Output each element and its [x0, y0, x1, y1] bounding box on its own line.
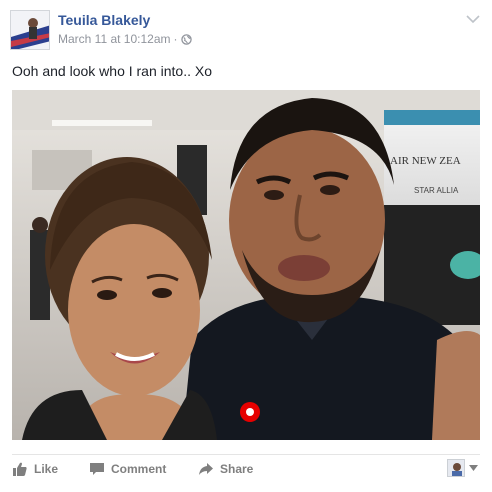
meta-separator: ·	[173, 32, 178, 46]
globe-icon[interactable]	[180, 33, 192, 45]
selfie-image: AIR NEW ZEA STAR ALLIA	[12, 90, 480, 440]
comment-bubble-icon	[90, 463, 104, 475]
comment-label: Comment	[111, 462, 167, 476]
alliance-sign-text: STAR ALLIA	[414, 186, 459, 195]
author-avatar[interactable]	[10, 10, 50, 50]
share-arrow-icon	[199, 463, 213, 475]
post-as-selector[interactable]	[447, 459, 478, 477]
post-card: Teuila Blakely March 11 at 10:12am · Ooh…	[0, 0, 492, 492]
post-text: Ooh and look who I ran into.. Xo	[12, 63, 213, 79]
airline-sign-text: AIR NEW ZEA	[390, 155, 461, 167]
like-label: Like	[34, 462, 59, 476]
dropdown-caret-icon	[469, 465, 478, 471]
share-button[interactable]: Share	[198, 456, 253, 482]
action-bar: Like Comment Share	[12, 456, 480, 482]
viewer-avatar	[447, 459, 465, 477]
like-button[interactable]: Like	[12, 456, 58, 482]
post-timestamp[interactable]: March 11 at 10:12am	[58, 32, 171, 46]
comment-button[interactable]: Comment	[89, 456, 166, 482]
viewer-avatar-image	[448, 460, 464, 476]
avatar-image	[11, 11, 49, 49]
share-label: Share	[220, 462, 254, 476]
actions-divider	[12, 454, 480, 455]
post-photo[interactable]: AIR NEW ZEA STAR ALLIA	[12, 90, 480, 440]
thumbs-up-icon	[13, 462, 27, 476]
post-meta: March 11 at 10:12am ·	[58, 32, 192, 46]
author-name[interactable]: Teuila Blakely	[58, 12, 150, 28]
post-options-chevron-icon[interactable]	[466, 14, 480, 24]
